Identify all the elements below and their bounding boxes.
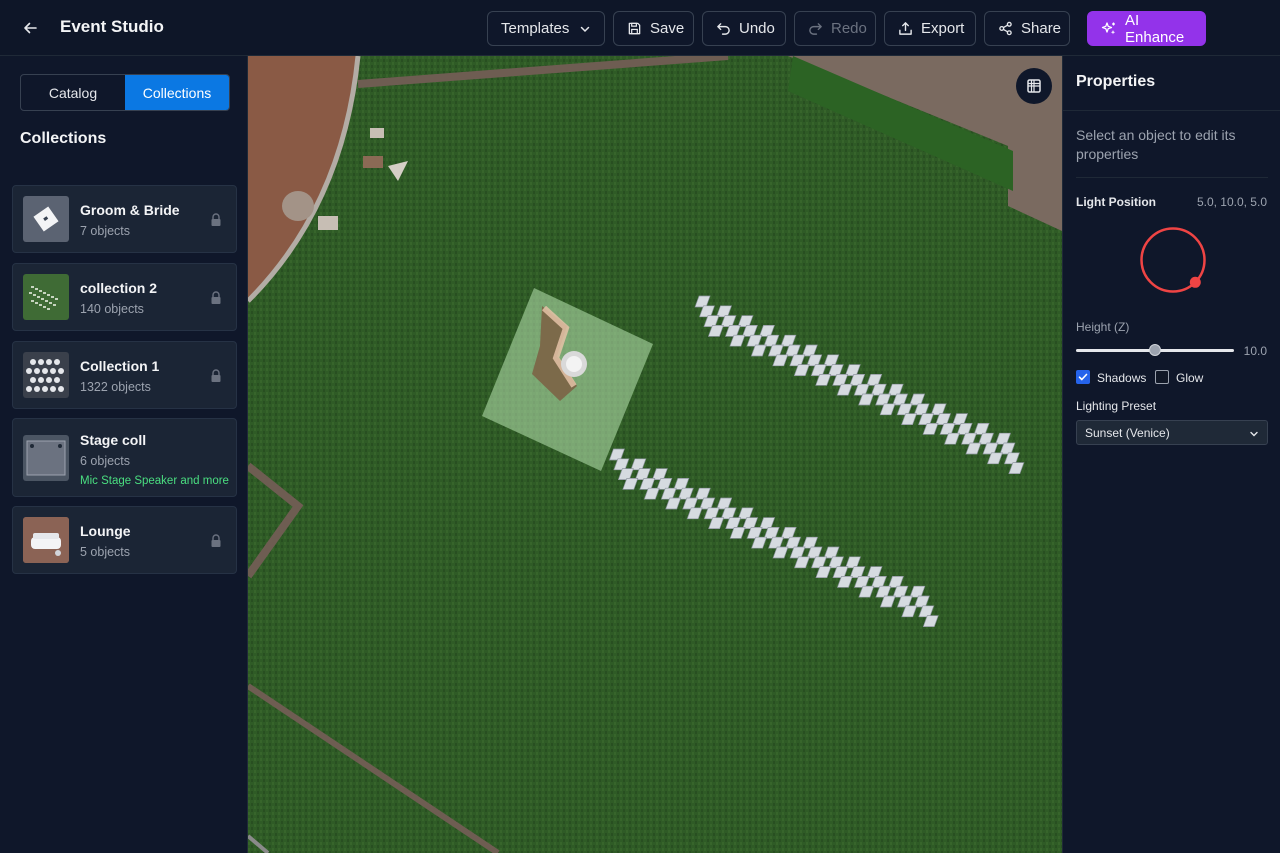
checkmark-icon	[1078, 373, 1088, 381]
collection-card-stage-coll[interactable]: Stage coll 6 objects Mic Stage Speaker a…	[12, 418, 237, 497]
height-label: Height (Z)	[1076, 320, 1130, 334]
share-button[interactable]: Share	[984, 11, 1070, 46]
lighting-preset-select[interactable]: Sunset (Venice)	[1076, 420, 1268, 445]
scene-canvas[interactable]	[248, 56, 1062, 853]
undo-label: Undo	[739, 20, 775, 37]
divider	[1076, 177, 1268, 178]
light-position-label: Light Position	[1076, 195, 1156, 209]
collection-thumbnail	[23, 274, 69, 320]
collection-count: 1322 objects	[80, 380, 151, 394]
light-position-dial[interactable]	[1139, 226, 1207, 294]
collection-name: Groom & Bride	[80, 202, 180, 218]
height-slider[interactable]	[1076, 343, 1234, 357]
aerial-lawn-view	[248, 56, 1062, 853]
share-icon	[999, 21, 1012, 36]
properties-panel: Properties Select an object to edit its …	[1062, 56, 1280, 853]
sparkles-icon	[1101, 21, 1116, 34]
lock-icon[interactable]	[210, 534, 222, 548]
tab-collections[interactable]: Collections	[125, 75, 229, 110]
collection-card-groom-bride[interactable]: Groom & Bride 7 objects	[12, 185, 237, 253]
collection-contents-preview: Mic Stage Speaker and more	[80, 475, 229, 487]
undo-button[interactable]: Undo	[702, 11, 786, 46]
chevron-down-icon	[1250, 431, 1258, 437]
app-title: Event Studio	[60, 17, 164, 36]
export-label: Export	[921, 20, 965, 37]
collection-count: 5 objects	[80, 545, 131, 559]
templates-dropdown[interactable]: Templates	[487, 11, 605, 46]
light-position-value: 5.0, 10.0, 5.0	[1196, 195, 1267, 209]
redo-button[interactable]: Redo	[794, 11, 876, 46]
ai-enhance-button[interactable]: AI Enhance	[1087, 11, 1206, 46]
templates-label: Templates	[501, 20, 570, 37]
lighting-preset-value: Sunset (Venice)	[1085, 425, 1170, 440]
divider	[1063, 110, 1280, 111]
collection-count: 140 objects	[80, 302, 144, 316]
glow-checkbox[interactable]	[1155, 370, 1169, 384]
view-grid-toggle[interactable]	[1016, 68, 1052, 104]
save-label: Save	[650, 20, 685, 37]
properties-hint: Select an object to edit its properties	[1076, 127, 1236, 162]
undo-icon	[717, 23, 730, 35]
height-value: 10.0	[1243, 344, 1267, 358]
left-sidebar: Catalog Collections Collections Groom & …	[0, 56, 248, 853]
collection-card-lounge[interactable]: Lounge 5 objects	[12, 506, 237, 574]
shadows-label: Shadows	[1097, 371, 1147, 385]
collection-name: Stage coll	[80, 432, 147, 448]
grid-icon	[1027, 79, 1041, 93]
collection-name: collection 2	[80, 280, 158, 296]
arrow-left-icon	[24, 22, 37, 34]
redo-label: Redo	[831, 20, 867, 37]
lock-icon[interactable]	[210, 213, 222, 227]
back-button[interactable]	[16, 14, 44, 42]
collection-thumbnail	[23, 517, 69, 563]
export-button[interactable]: Export	[884, 11, 976, 46]
export-icon	[899, 22, 912, 35]
collections-heading: Collections	[20, 130, 107, 147]
share-label: Share	[1021, 20, 1062, 37]
collection-card-collection-2[interactable]: collection 2 140 objects	[12, 263, 237, 331]
collection-count: 7 objects	[80, 224, 131, 238]
collection-thumbnail	[23, 435, 69, 481]
shadows-checkbox[interactable]	[1076, 370, 1090, 384]
lock-icon[interactable]	[210, 291, 222, 305]
save-button[interactable]: Save	[613, 11, 694, 46]
collection-count: 6 objects	[80, 454, 131, 468]
save-icon	[628, 22, 641, 35]
glow-label: Glow	[1176, 371, 1204, 385]
collection-card-collection-1[interactable]: Collection 1 1322 objects	[12, 341, 237, 409]
chevron-down-icon	[580, 26, 590, 32]
properties-title: Properties	[1076, 73, 1156, 90]
ai-enhance-label: AI Enhance	[1125, 11, 1185, 46]
collection-thumbnail	[23, 352, 69, 398]
tab-catalog[interactable]: Catalog	[21, 75, 125, 110]
slider-thumb[interactable]	[1149, 344, 1161, 356]
lighting-preset-label: Lighting Preset	[1076, 399, 1157, 413]
top-bar: Event Studio Templates Save Undo Redo Ex…	[0, 0, 1280, 56]
collection-thumbnail	[23, 196, 69, 242]
sidebar-tab-switcher: Catalog Collections	[20, 74, 230, 111]
collection-name: Collection 1	[80, 358, 160, 374]
redo-icon	[809, 23, 822, 35]
lock-icon[interactable]	[210, 369, 222, 383]
collection-name: Lounge	[80, 523, 131, 539]
